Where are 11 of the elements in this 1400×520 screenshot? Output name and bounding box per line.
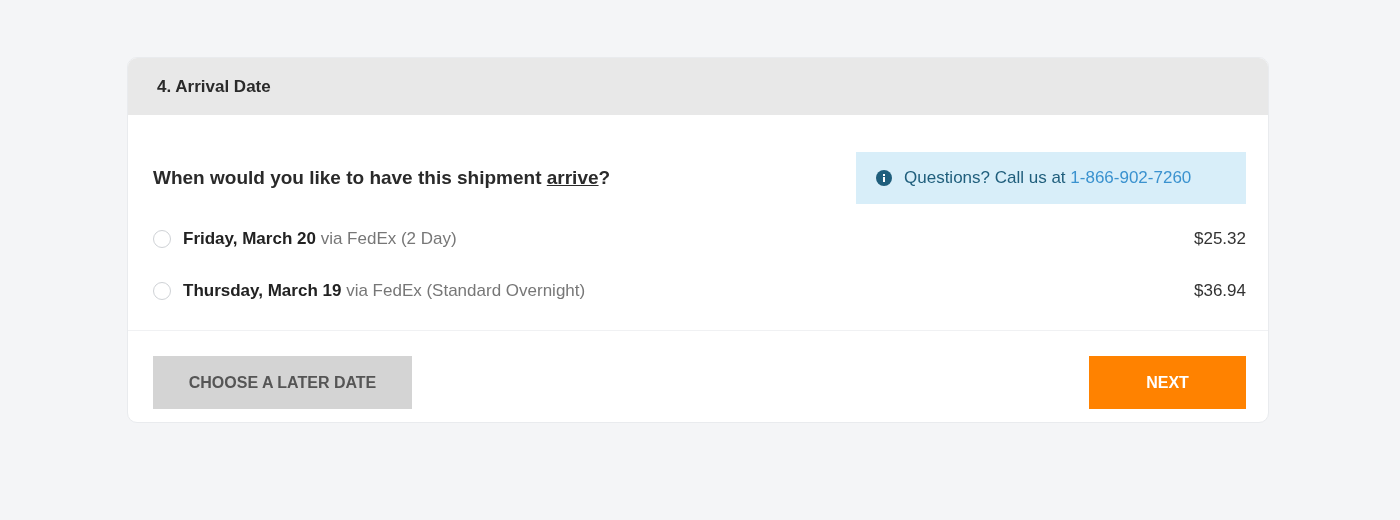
phone-link[interactable]: 1-866-902-7260 (1070, 168, 1192, 187)
section-title: 4. Arrival Date (157, 76, 271, 97)
arrive-link[interactable]: arrive (546, 167, 599, 188)
question-text: When would you like to have this shipment arrive? (153, 167, 611, 189)
info-text: Questions? Call us at 1-866-902-7260 (904, 168, 1192, 188)
info-icon (876, 170, 892, 186)
option-label: Thursday, March 19 via FedEx (Standard Overnight) (183, 281, 586, 301)
option-label: Friday, March 20 via FedEx (2 Day) (183, 229, 457, 249)
option-price: $25.32 (1194, 229, 1246, 249)
option-price: $36.94 (1194, 281, 1246, 301)
later-date-button[interactable]: CHOOSE A LATER DATE (153, 356, 412, 409)
